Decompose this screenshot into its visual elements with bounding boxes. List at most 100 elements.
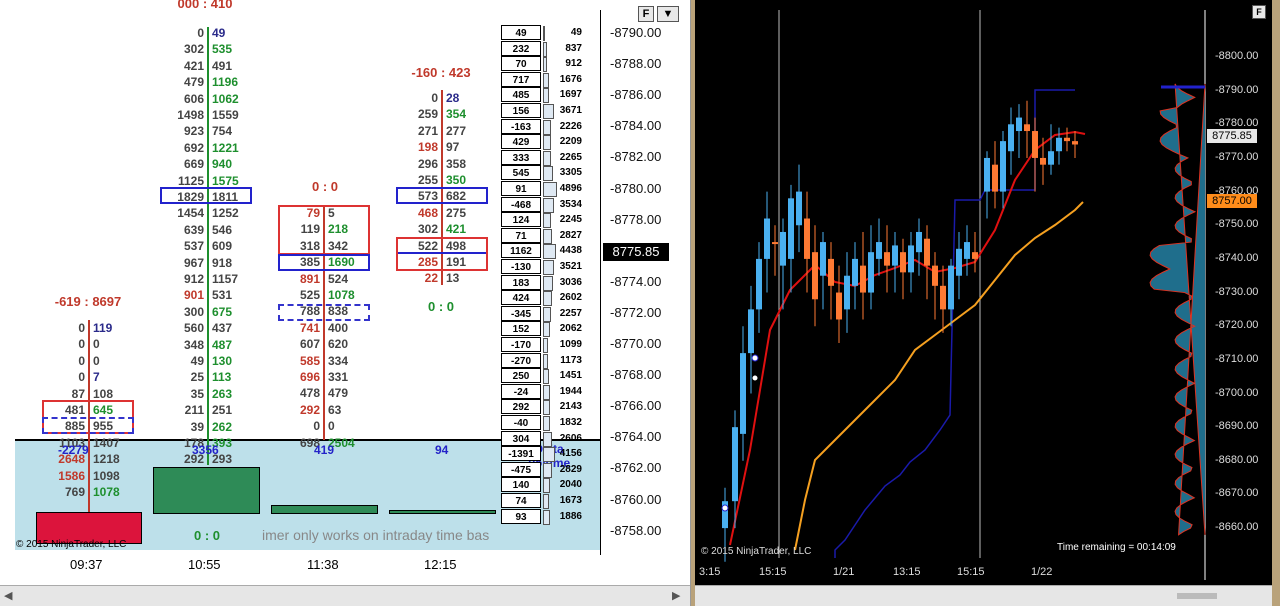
scroll-thumb[interactable] [1177,593,1217,599]
candle-body [756,258,762,310]
candle-body [948,265,954,310]
volume-value-2: 3356 [192,443,219,457]
candle-body [1024,124,1030,132]
candle-body [972,252,978,259]
candle-body [788,198,794,259]
ask-value: 1062 [212,91,239,106]
scroll-left-icon[interactable]: ◀ [4,589,12,602]
ladder-delta-bar [543,150,551,166]
bid-value: 912 [183,272,204,286]
ladder-delta-bar [543,462,553,478]
ask-value: 918 [212,255,233,270]
ask-value: 275 [446,205,467,220]
candle-body [748,309,754,354]
ladder-delta-bar [543,478,551,494]
candle-body [1008,124,1014,152]
ladder-delta-cell: 49 [570,27,582,38]
bid-value: 967 [183,255,204,270]
ask-value: 1078 [93,485,120,499]
bid-value: 292 [299,402,320,417]
ladder-volume-cell: 71 [501,227,541,243]
candle-body [956,248,962,276]
bid-value: 271 [417,123,438,138]
bid-value: 302 [417,222,438,237]
bar4-zero-label: 0 : 0 [427,299,454,314]
ladder-delta-bar [543,26,546,41]
f-button-left[interactable]: F [638,6,654,22]
ladder-volume-cell: -170 [501,337,541,352]
bid-value: 1586 [58,468,85,483]
price-label: -8770.00 [610,336,662,351]
ladder-delta-bar [543,353,548,369]
ladder-volume-cell: -163 [501,118,541,134]
ladder-volume-cell: 232 [501,40,541,56]
bid-value: 421 [183,58,204,73]
candle-body [984,157,990,192]
price-label: -8768.00 [610,367,662,383]
horizontal-scrollbar-left[interactable]: ◀ ▶ [0,585,690,606]
bid-value: 25 [190,370,204,385]
f-button-right[interactable]: F [1252,5,1266,19]
bid-value: 302 [183,42,204,57]
copyright-right: © 2015 NinjaTrader, LLC [701,546,812,557]
dropdown-button[interactable]: ▼ [657,6,679,22]
slow-ma-line [794,201,1084,551]
volume-profile [1149,83,1206,536]
price-label: -8786.00 [610,87,662,103]
candle-body [892,245,898,266]
ask-value: 940 [212,157,233,172]
price-label: -8790.00 [610,25,662,40]
price-label: -8766.00 [610,398,662,414]
ask-value: 49 [212,26,226,40]
ask-value: 421 [446,222,467,237]
ask-value: 1098 [93,468,120,483]
ladder-volume-cell: 70 [501,56,541,72]
bid-value: 0 [313,419,320,434]
bid-value: 479 [183,75,204,90]
ask-value: 13 [446,271,460,286]
candle-body [852,258,858,286]
bid-value: 607 [299,337,320,352]
volume-value-1: -2279 [58,443,89,457]
ladder-delta-bar [543,57,548,73]
bid-value: 300 [183,304,204,319]
ask-value: 277 [446,123,467,138]
candle-body [828,258,834,286]
right-price-label: -8740.00 [1215,251,1259,264]
bar2-line [207,27,209,465]
ask-value: 331 [328,370,349,384]
ladder-volume-cell: -130 [501,259,541,274]
right-price-label: -8730.00 [1215,285,1259,298]
ladder-delta-bar [543,338,548,353]
right-marker-price: 8757.00 [1207,194,1257,208]
candle-body [836,292,842,320]
ladder-delta-bar [543,104,555,119]
price-label: -8772.00 [610,304,662,320]
right-time-label: 15:15 [759,566,787,578]
ladder-volume-cell: 152 [501,321,541,337]
ladder-volume-cell: 93 [501,508,541,524]
candlestick-svg [721,10,1206,580]
bid-value: 0 [78,370,85,385]
bid-value: 0 [197,26,204,40]
ladder-delta-bar [543,275,553,291]
candle-body [820,242,826,276]
time-remaining: Time remaining = 00:14:09 [1057,542,1176,553]
bid-value: 0 [78,337,85,352]
ask-value: 524 [328,271,349,286]
time-label-4: 12:15 [424,557,457,572]
ladder-delta-bar [543,197,554,213]
candle-body [796,191,802,226]
candle-body [732,427,738,502]
scroll-right-icon[interactable]: ▶ [672,589,680,602]
right-price-label: -8770.00 [1215,150,1259,163]
bid-value: 39 [190,419,204,434]
right-price-label: -8680.00 [1215,453,1259,466]
ask-value: 0 [93,353,100,368]
horizontal-scrollbar-right[interactable] [695,585,1272,606]
ask-value: 113 [212,370,232,385]
bar4-header: -160 : 423 [411,65,471,80]
candle-body [1000,141,1006,192]
current-price-marker: 8775.85 [603,243,669,261]
highlight-box [396,237,488,271]
